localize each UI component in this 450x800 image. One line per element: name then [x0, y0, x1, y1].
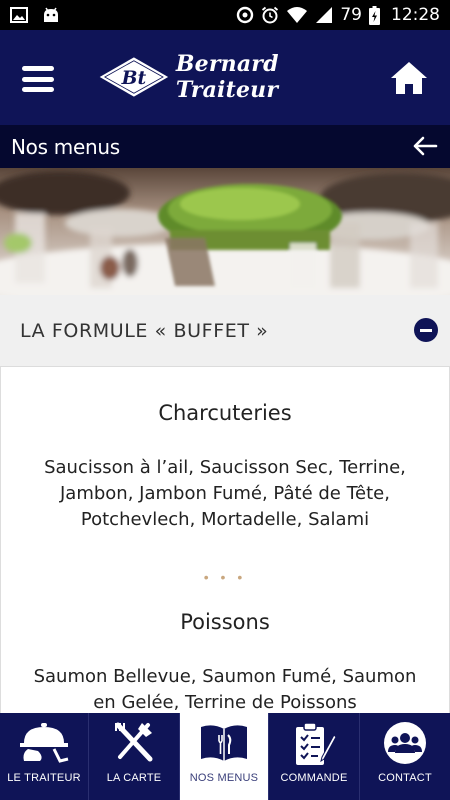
signal-icon [316, 7, 333, 23]
waiter-cloche-icon [20, 723, 69, 763]
menu-book-icon [201, 725, 247, 761]
category-items: Saucisson à l’ail, Saucisson Sec, Terrin… [1, 455, 449, 533]
wifi-icon [287, 7, 308, 23]
item-line: en Gelée, Terrine de Poissons [93, 692, 357, 713]
nav-label: COMMANDE [280, 772, 348, 784]
category-items: Saumon Bellevue, Saumon Fumé, Saumon en … [1, 664, 449, 713]
status-bar: 79 12:28 [0, 0, 450, 30]
section-title: Nos menus [11, 134, 120, 159]
app-header: Bt Bernard Traiteur [0, 30, 450, 125]
image-icon [10, 7, 28, 23]
category-title: Charcuteries [158, 401, 292, 425]
back-arrow-icon[interactable] [412, 135, 438, 157]
nav-label: CONTACT [378, 772, 432, 784]
section-bar: Nos menus [0, 125, 450, 168]
menu-content: Charcuteries Saucisson à l’ail, Saucisso… [0, 367, 450, 713]
nav-item-le-traiteur[interactable]: LE TRAITEUR [0, 713, 89, 800]
item-line: Saumon Bellevue, Saumon Fumé, Saumon [33, 666, 417, 687]
clipboard-order-icon [296, 722, 336, 765]
separator-dots: • • • [203, 569, 247, 585]
item-line: Saucisson à l’ail, Saucisson Sec, Terrin… [44, 457, 406, 478]
accordion-title: LA FORMULE « BUFFET » [20, 319, 269, 342]
android-icon [44, 7, 58, 22]
battery-charging-icon [369, 5, 380, 25]
nav-label: LE TRAITEUR [7, 772, 81, 784]
hamburger-menu-icon[interactable] [22, 66, 54, 92]
brand-name: Bernard Traiteur [175, 51, 279, 103]
nav-label: LA CARTE [106, 772, 162, 784]
alarm-icon [262, 6, 279, 24]
nav-item-la-carte[interactable]: LA CARTE [89, 713, 180, 800]
nav-item-contact[interactable]: CONTACT [360, 713, 450, 800]
bottom-navigation: LE TRAITEUR LA CARTE NOS MENUS COMMANDE … [0, 713, 450, 800]
home-icon[interactable] [390, 60, 428, 96]
contact-group-icon [384, 722, 426, 764]
nav-item-nos-menus[interactable]: NOS MENUS [180, 713, 269, 800]
battery-percent: 79 [340, 5, 362, 25]
clock: 12:28 [391, 5, 440, 25]
accordion-header-formule-buffet[interactable]: LA FORMULE « BUFFET » [0, 295, 450, 367]
collapse-minus-icon[interactable] [414, 318, 438, 342]
item-line: Jambon, Jambon Fumé, Pâté de Tête, [60, 483, 390, 504]
hero-photo-illustration [0, 168, 450, 295]
data-saver-icon [237, 6, 254, 24]
item-line: Potchevlech, Mortadelle, Salami [80, 509, 370, 530]
logo-monogram-text: Bt [121, 67, 147, 89]
logo-monogram-badge: Bt [99, 57, 169, 97]
fork-knife-icon [115, 722, 153, 762]
nav-label: NOS MENUS [189, 772, 259, 784]
category-title: Poissons [180, 610, 270, 634]
app-screen: 79 12:28 Bt Bernard Traiteur Nos menus L… [0, 0, 450, 800]
hero-image [0, 168, 450, 295]
brand-logo[interactable]: Bt Bernard Traiteur [98, 51, 358, 103]
nav-item-commande[interactable]: COMMANDE [269, 713, 360, 800]
